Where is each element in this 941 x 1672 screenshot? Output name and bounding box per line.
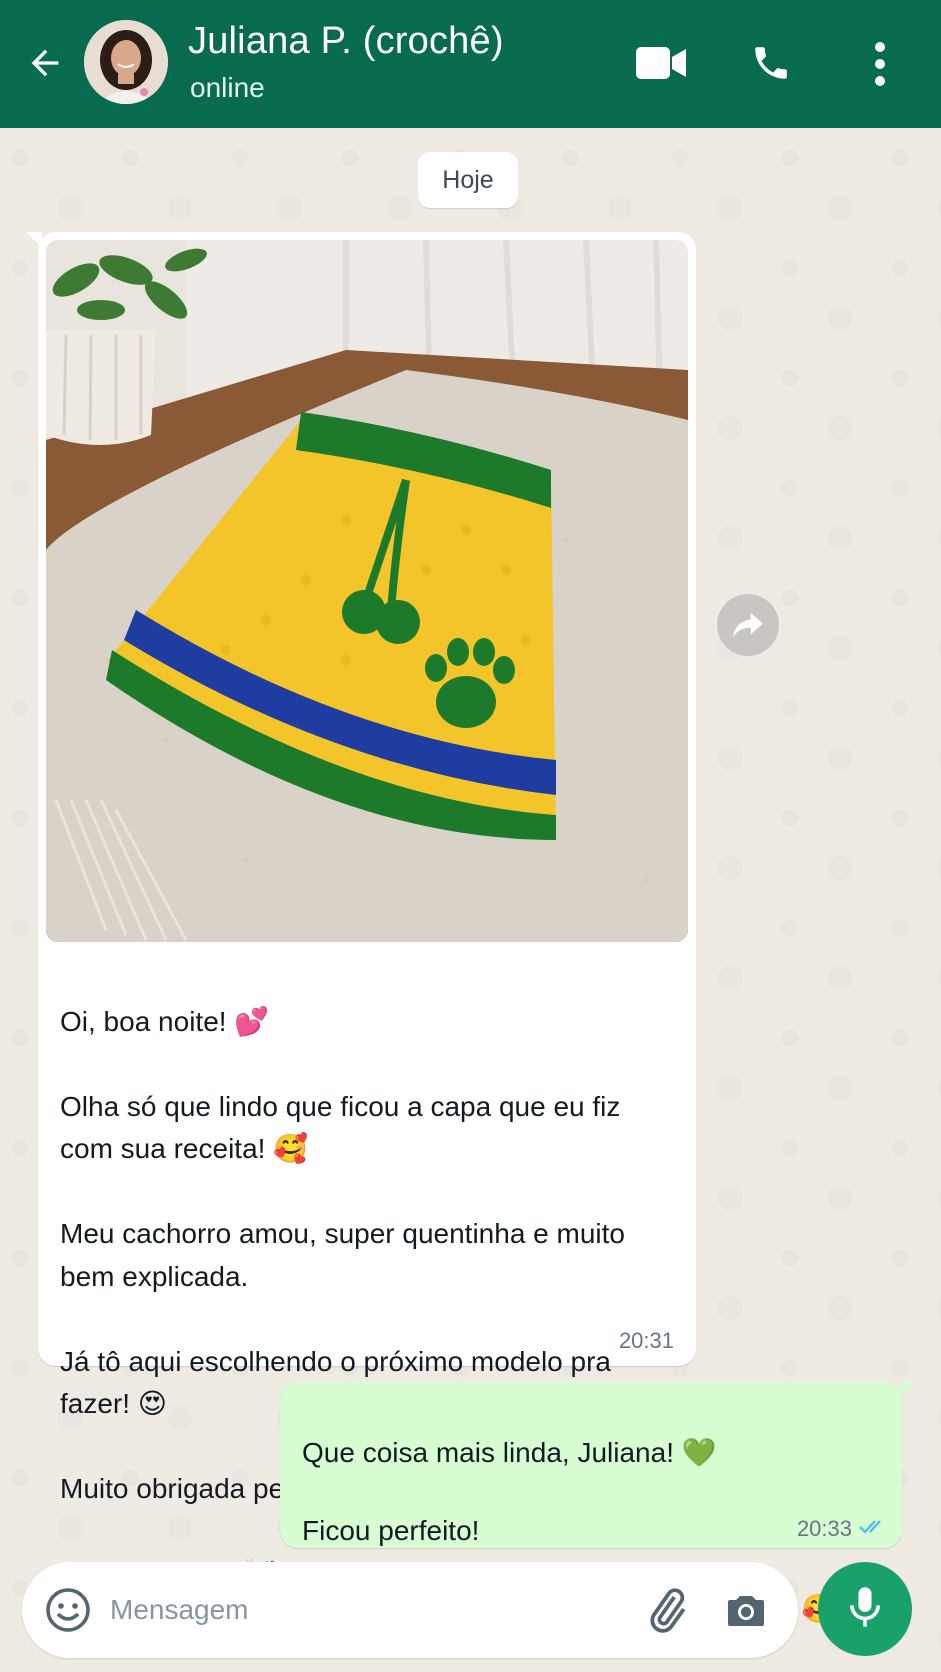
message-line: Oi, boa noite! 💕 (60, 1005, 270, 1037)
mic-icon (845, 1584, 885, 1635)
camera-icon[interactable] (722, 1586, 770, 1634)
video-call-icon[interactable] (634, 40, 688, 86)
forward-icon[interactable] (717, 594, 779, 656)
incoming-message[interactable]: Oi, boa noite! 💕 Olha só que lindo que f… (26, 232, 696, 1589)
message-time: 20:33 (796, 1516, 852, 1541)
chat-area[interactable]: Hoje Oi, boa noite! 💕 Olha só que lindo … (0, 128, 941, 1672)
double-check-icon (858, 1516, 888, 1542)
contact-name[interactable]: Juliana P. (crochê) (188, 20, 504, 63)
date-chip: Hoje (418, 152, 518, 208)
phone-icon[interactable] (748, 38, 794, 88)
message-line: Olha só que lindo que ficou a capa que e… (60, 1090, 621, 1165)
message-line: Meu cachorro amou, super quentinha e mui… (60, 1218, 625, 1292)
outgoing-message[interactable]: Que coisa mais linda, Juliana! 💚 Ficou p… (280, 1382, 914, 1624)
message-line: Que coisa mais linda, Juliana! 💚 (302, 1437, 717, 1468)
attach-icon[interactable] (642, 1584, 692, 1636)
message-meta: 20:33 (797, 1516, 888, 1542)
chat-header: Juliana P. (crochê) online (0, 0, 941, 128)
message-photo[interactable] (46, 240, 688, 942)
back-arrow-icon[interactable] (22, 40, 68, 86)
avatar[interactable] (84, 20, 168, 104)
emoji-icon[interactable] (44, 1586, 92, 1634)
mic-button[interactable] (818, 1562, 912, 1656)
more-vert-icon[interactable] (862, 36, 898, 92)
message-input[interactable] (110, 1586, 630, 1634)
message-composer (22, 1562, 798, 1658)
message-time: 20:31 (618, 1328, 674, 1353)
contact-status: online (190, 72, 265, 103)
